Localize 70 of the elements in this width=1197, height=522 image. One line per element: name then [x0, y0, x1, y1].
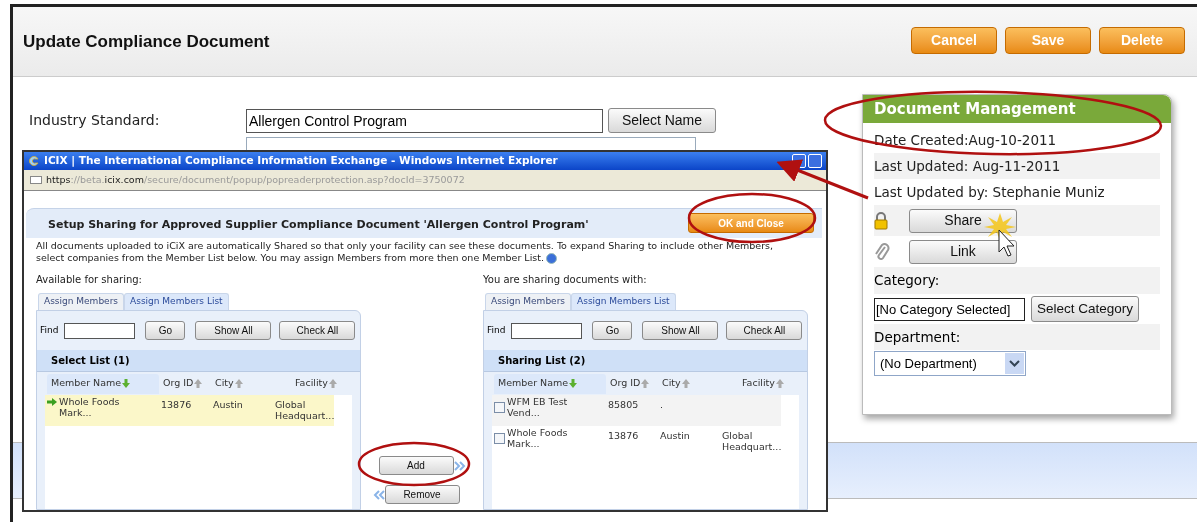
find-field[interactable] — [64, 322, 136, 339]
category-field[interactable]: [No Category Selected] — [874, 297, 1025, 321]
checkbox[interactable] — [494, 433, 505, 444]
table-cell-text: Whole Foods Mark... — [59, 396, 121, 418]
link-button[interactable]: Link — [909, 239, 1017, 264]
remove-button[interactable]: Remove — [384, 485, 460, 504]
double-chevron-right-icon — [453, 460, 466, 471]
table-cell-text: 85805 — [607, 398, 640, 410]
find-label: Find — [40, 323, 59, 337]
list-title: Sharing List (2) — [498, 354, 586, 368]
industry-standard-field[interactable]: Allergen Control Program — [246, 108, 603, 133]
column-header[interactable]: Member Name — [494, 373, 606, 394]
column-header[interactable]: Facility — [277, 373, 350, 394]
cursor-icon — [998, 229, 1015, 257]
select-name-button[interactable]: Select Name — [608, 108, 716, 133]
table-cell-text: Whole Foods Mark... — [507, 427, 569, 449]
tab[interactable]: Assign Members — [38, 293, 125, 310]
column-header[interactable]: City — [211, 373, 277, 394]
padlock-icon — [874, 211, 888, 230]
add-button[interactable]: Add — [378, 456, 454, 475]
address-text: https://beta.icix.com/secure/document/popup/popreaderprotection.asp?docId=3750072 — [46, 172, 465, 187]
info-text: Last Updated: Aug-11-2011 — [874, 156, 1061, 176]
section-caption: Available for sharing: — [36, 273, 143, 287]
list-row[interactable]: WFM EB Test Vend... 85805 . — [492, 395, 781, 426]
column-header[interactable]: Member Name — [47, 373, 159, 394]
check-all-button[interactable]: Check All — [726, 321, 803, 340]
column-header[interactable]: Org ID — [606, 373, 658, 394]
find-field[interactable] — [511, 322, 583, 339]
list-row[interactable]: Whole Foods Mark... 13876 Austin Global Headquart... — [45, 395, 334, 426]
description-text: All documents uploaded to iCiX are automatically Shared so that only your facility can see these documents. To expand Sharing to include other Members, select companies from the Member List below. You may assign Members from more then one Member List. — [35, 240, 774, 264]
double-chevron-left-icon — [372, 489, 385, 500]
table-cell-text: Austin — [212, 398, 244, 410]
panel-title: Document Management — [874, 98, 1076, 120]
browser-logo-icon — [28, 155, 40, 167]
column-header[interactable]: City — [658, 373, 724, 394]
checkbox[interactable] — [494, 402, 505, 413]
column-header[interactable]: Facility — [724, 373, 797, 394]
select-category-button[interactable]: Select Category — [1031, 296, 1139, 322]
table-cell-text: Global Headquart... — [275, 398, 335, 421]
category-label: Category: — [874, 271, 940, 291]
table-cell-text: . — [659, 398, 665, 410]
maximize-button[interactable] — [808, 154, 822, 168]
show-all-button[interactable]: Show All — [195, 321, 272, 340]
column-header[interactable]: Org ID — [159, 373, 211, 394]
table-cell-text: Global Headquart... — [722, 429, 782, 452]
section-caption: You are sharing documents with: — [483, 273, 648, 287]
show-all-button[interactable]: Show All — [642, 321, 719, 340]
tab[interactable]: Assign Members — [485, 293, 572, 310]
list-title: Select List (1) — [51, 354, 130, 368]
department-label: Department: — [874, 327, 961, 347]
tab[interactable]: Assign Members List — [124, 293, 229, 310]
find-label: Find — [487, 323, 506, 337]
check-all-button[interactable]: Check All — [279, 321, 356, 340]
share-button[interactable]: Share — [909, 208, 1017, 233]
paperclip-icon — [874, 241, 890, 262]
table-cell-text: 13876 — [160, 398, 193, 410]
go-button[interactable]: Go — [145, 321, 186, 340]
window-title: ICIX | The International Compliance Information Exchange - Windows Internet Explorer — [44, 153, 558, 169]
dialog-heading: Setup Sharing for Approved Supplier Compliance Document 'Allergen Control Program' — [48, 217, 589, 233]
go-button[interactable]: Go — [592, 321, 633, 340]
tab[interactable]: Assign Members List — [571, 293, 676, 310]
arrow-icon — [47, 398, 57, 406]
department-select[interactable]: (No Department) — [874, 351, 1026, 376]
info-text: Last Updated by: Stephanie Muniz — [874, 182, 1105, 202]
table-cell-text: WFM EB Test Vend... — [507, 396, 569, 418]
table-cell-text: Austin — [659, 429, 691, 441]
page-icon — [30, 176, 42, 184]
field-label: Industry Standard: — [29, 111, 161, 130]
table-cell-text: 13876 — [607, 429, 640, 441]
page-title: Update Compliance Document — [23, 30, 270, 53]
